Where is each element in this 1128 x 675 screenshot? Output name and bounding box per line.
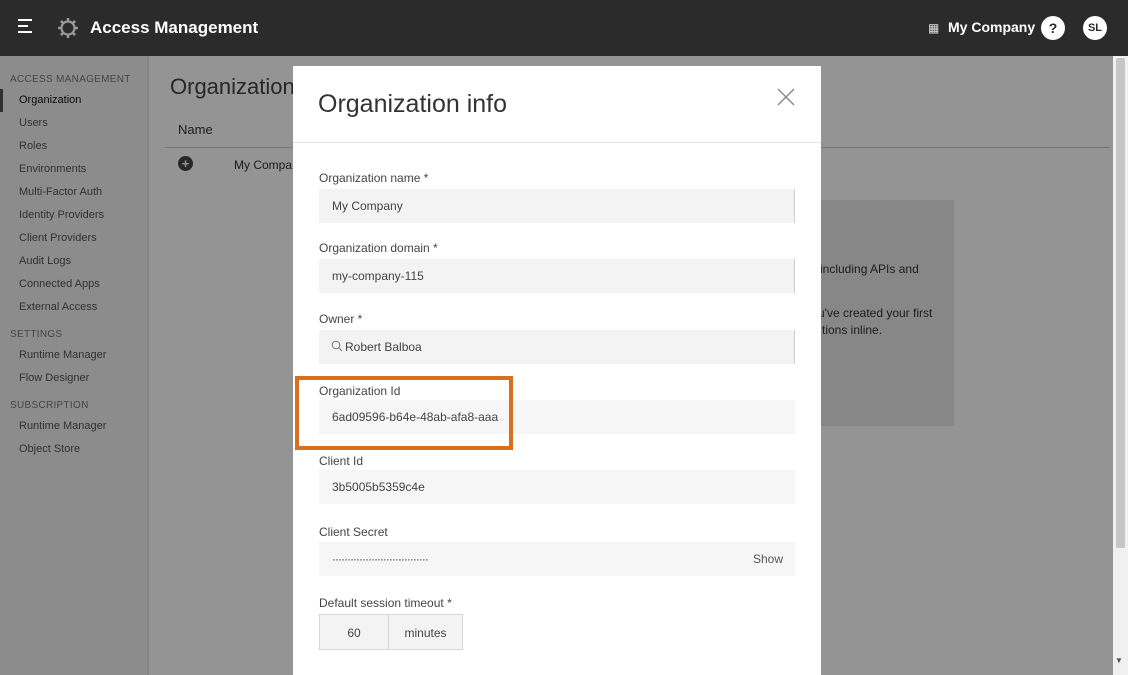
divider	[293, 142, 821, 143]
hamburger-menu-icon[interactable]	[18, 19, 34, 37]
org-name-field[interactable]: My Company	[319, 189, 795, 223]
organization-info-modal: Organization info Organization name * My…	[293, 66, 821, 675]
close-icon[interactable]	[775, 86, 797, 108]
org-name-value: My Company	[332, 199, 403, 213]
org-name-label: Organization name *	[319, 171, 429, 185]
show-secret-button[interactable]: Show	[753, 552, 783, 566]
help-button[interactable]: ?	[1041, 16, 1065, 40]
session-timeout-input[interactable]: 60	[319, 614, 389, 650]
avatar[interactable]: SL	[1083, 16, 1107, 40]
gear-icon	[58, 18, 78, 38]
scroll-down-arrow-icon[interactable]: ▼	[1115, 656, 1123, 665]
modal-title: Organization info	[318, 90, 508, 118]
client-id-label: Client Id	[319, 454, 364, 468]
highlight-box	[295, 376, 513, 450]
owner-value: Robert Balboa	[345, 340, 422, 354]
scrollbar-thumb[interactable]	[1116, 58, 1125, 548]
org-switcher[interactable]: ▦ My Company	[928, 19, 1035, 35]
search-icon	[331, 340, 343, 352]
app-title: Access Management	[90, 18, 259, 37]
client-id-field[interactable]: 3b5005b5359c4e	[319, 470, 795, 504]
owner-label: Owner *	[319, 312, 363, 326]
client-secret-field[interactable]: ································ Show	[319, 542, 795, 576]
org-domain-value: my-company-115	[332, 269, 424, 283]
client-secret-value: ································	[332, 552, 429, 566]
client-id-value: 3b5005b5359c4e	[332, 480, 425, 494]
session-timeout-label: Default session timeout *	[319, 596, 452, 610]
session-timeout-unit: minutes	[388, 614, 463, 650]
org-switcher-label: My Company	[948, 19, 1036, 35]
org-domain-label: Organization domain *	[319, 241, 438, 255]
client-secret-label: Client Secret	[319, 525, 388, 539]
top-bar: Access Management ▦ My Company ? SL	[0, 0, 1128, 56]
owner-search-field[interactable]: Robert Balboa	[319, 330, 795, 364]
org-domain-field[interactable]: my-company-115	[319, 259, 795, 293]
building-icon: ▦	[928, 21, 940, 35]
